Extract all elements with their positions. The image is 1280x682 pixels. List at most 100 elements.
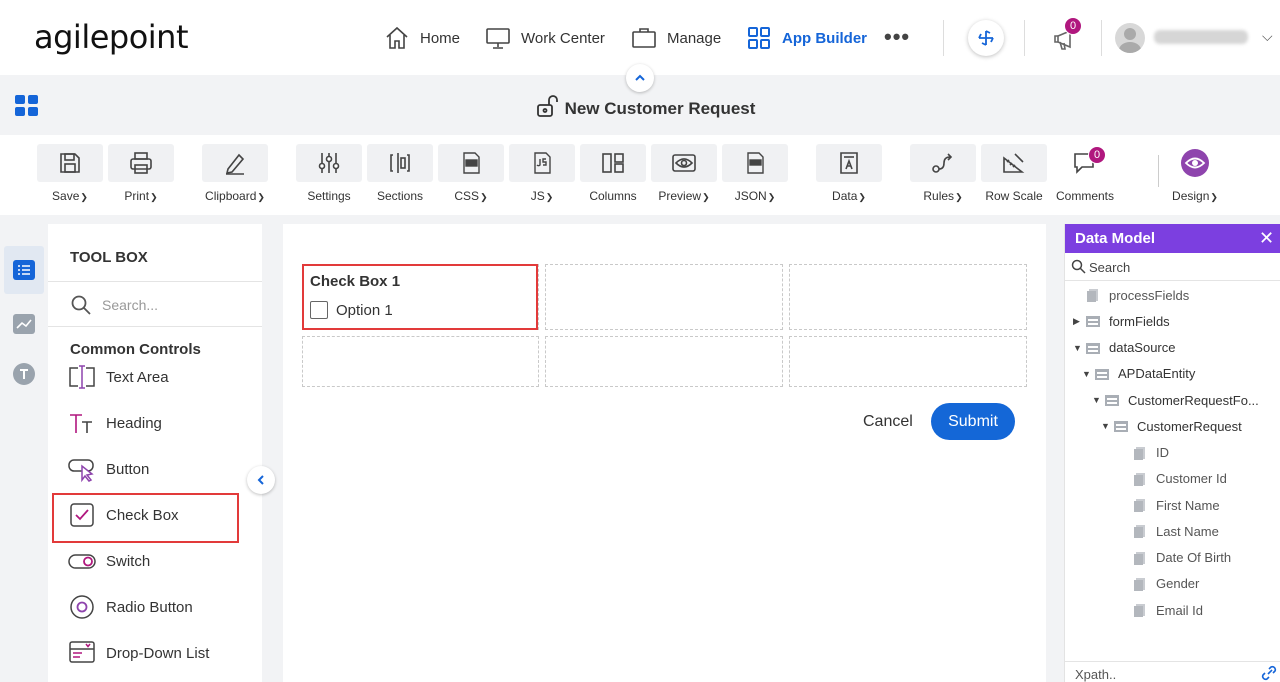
preview-button[interactable]: Preview❯ [651,144,717,203]
data-button[interactable]: Data❯ [816,144,882,203]
close-icon[interactable]: ✕ [1259,228,1274,249]
tree-node[interactable]: ▼ CustomerRequest [1101,415,1242,437]
field-icon [1134,525,1145,539]
json-button[interactable]: JSON❯ [722,144,788,203]
tree-node[interactable]: Customer Id [1120,468,1227,490]
tree-node[interactable]: ID [1120,442,1169,464]
field-icon [1134,472,1145,486]
tool-button[interactable]: Button [68,449,248,489]
data-model-search-input[interactable] [1089,258,1269,276]
tool-label: Text Area [106,368,169,386]
row-scale-icon [1003,153,1025,173]
heading-icon [70,414,92,433]
toolbox-search-input[interactable] [102,294,252,316]
toolbox-panel: TOOL BOX Common Controls Text Area Headi… [48,224,262,682]
user-name-blurred[interactable] [1154,30,1248,44]
collapse-arrow-icon[interactable]: ▼ [1082,369,1094,379]
row-scale-button[interactable]: Row Scale [981,144,1047,203]
tree-node[interactable]: Last Name [1120,520,1219,542]
form-cell[interactable] [545,336,783,387]
css-button[interactable]: CSS❯ [438,144,504,203]
settings-button[interactable]: Settings [296,144,362,203]
comments-count-badge: 0 [1088,146,1106,164]
collapse-arrow-icon[interactable]: ▼ [1092,395,1104,405]
submit-button[interactable]: Submit [931,403,1015,440]
tree-node[interactable]: ▼ APDataEntity [1082,363,1195,385]
save-icon [60,153,80,173]
nav-manage-label: Manage [667,29,722,47]
tool-heading[interactable]: Heading [68,403,248,443]
nav-home[interactable]: Home [384,24,460,52]
rail-theme-button[interactable] [4,350,44,398]
tree-node[interactable]: First Name [1120,494,1220,516]
rail-toolbox-button[interactable] [4,246,44,294]
radio-button-icon [70,595,94,619]
field-icon [1134,604,1145,617]
js-button[interactable]: JS❯ [509,144,575,203]
link-icon[interactable] [1261,665,1277,681]
chevron-left-icon [257,475,264,485]
group-icon [1086,342,1100,354]
cancel-button[interactable]: Cancel [863,413,913,431]
form-cell[interactable] [545,264,783,330]
expand-arrow-icon[interactable]: ▶ [1073,316,1085,327]
agilepoint-logo[interactable]: agilepoint [34,18,189,56]
sections-icon [390,153,410,173]
form-cell[interactable] [302,336,539,387]
switch-icon [68,554,96,569]
tree-node[interactable]: processFields [1073,284,1189,306]
user-avatar[interactable] [1115,23,1145,53]
chevron-down-icon[interactable]: ⌵ [1262,28,1273,45]
collapse-header-button[interactable] [626,64,654,92]
tool-label: Switch [106,552,151,570]
tool-label: Radio Button [106,598,193,616]
search-icon [1071,259,1086,274]
rules-button[interactable]: Rules❯ [910,144,976,203]
sections-button[interactable]: Sections [367,144,433,203]
divider [1101,20,1102,56]
nav-work-center[interactable]: Work Center [485,24,605,52]
tool-radio-button[interactable]: Radio Button [68,587,248,627]
xpath-input[interactable] [1075,666,1245,682]
tree-node[interactable]: Date Of Birth [1120,547,1231,569]
comments-button[interactable]: Comments [1052,144,1118,203]
left-icon-rail [0,224,46,682]
tree-node[interactable]: Email Id [1120,599,1203,621]
collapse-toolbox-button[interactable] [247,466,275,494]
pinwheel-icon [978,30,994,46]
list-icon [13,260,35,280]
xpath-bar [1065,661,1280,682]
monitor-icon [486,28,510,49]
collapse-arrow-icon[interactable]: ▼ [1101,421,1113,431]
design-button[interactable]: Design❯ [1162,144,1228,203]
print-button[interactable]: Print❯ [108,144,174,203]
save-button[interactable]: Save❯ [37,144,103,203]
tool-text-area[interactable]: Text Area [68,357,248,397]
form-cell[interactable] [789,264,1027,330]
tree-node[interactable]: ▶ formFields [1073,310,1170,332]
rail-analytics-button[interactable] [4,300,44,348]
checkbox-input[interactable] [310,301,328,319]
form-canvas: Check Box 1 Option 1 Cancel Submit [283,224,1046,682]
data-model-panel: Data Model ✕ processFields ▶ formFields ▼ da… [1064,224,1280,682]
tree-node[interactable]: ▼ CustomerRequestFo... [1092,389,1259,411]
nav-app-builder[interactable]: App Builder [746,24,867,52]
form-cell[interactable] [789,336,1027,387]
ribbon-toolbar: Save❯ Print❯ Clipboard❯ Settings Section… [0,135,1280,215]
clipboard-button[interactable]: Clipboard❯ [202,144,268,203]
tool-switch[interactable]: Switch [68,541,248,581]
tool-drop-down-list[interactable]: Drop-Down List [68,633,248,673]
tree-node-label: APDataEntity [1118,366,1196,382]
check-box-option[interactable]: Option 1 [310,301,393,319]
group-icon [1095,368,1109,380]
option-label: Option 1 [336,301,393,319]
check-box-control[interactable]: Check Box 1 Option 1 [302,264,538,330]
tree-node[interactable]: Gender [1120,573,1199,595]
app-switcher-button[interactable] [968,20,1004,56]
nav-app-builder-label: App Builder [782,29,867,47]
columns-button[interactable]: Columns [580,144,646,203]
nav-manage[interactable]: Manage [631,24,721,52]
tree-node[interactable]: ▼ dataSource [1073,337,1176,359]
collapse-arrow-icon[interactable]: ▼ [1073,343,1085,353]
more-menu-icon[interactable]: ••• [884,24,910,50]
